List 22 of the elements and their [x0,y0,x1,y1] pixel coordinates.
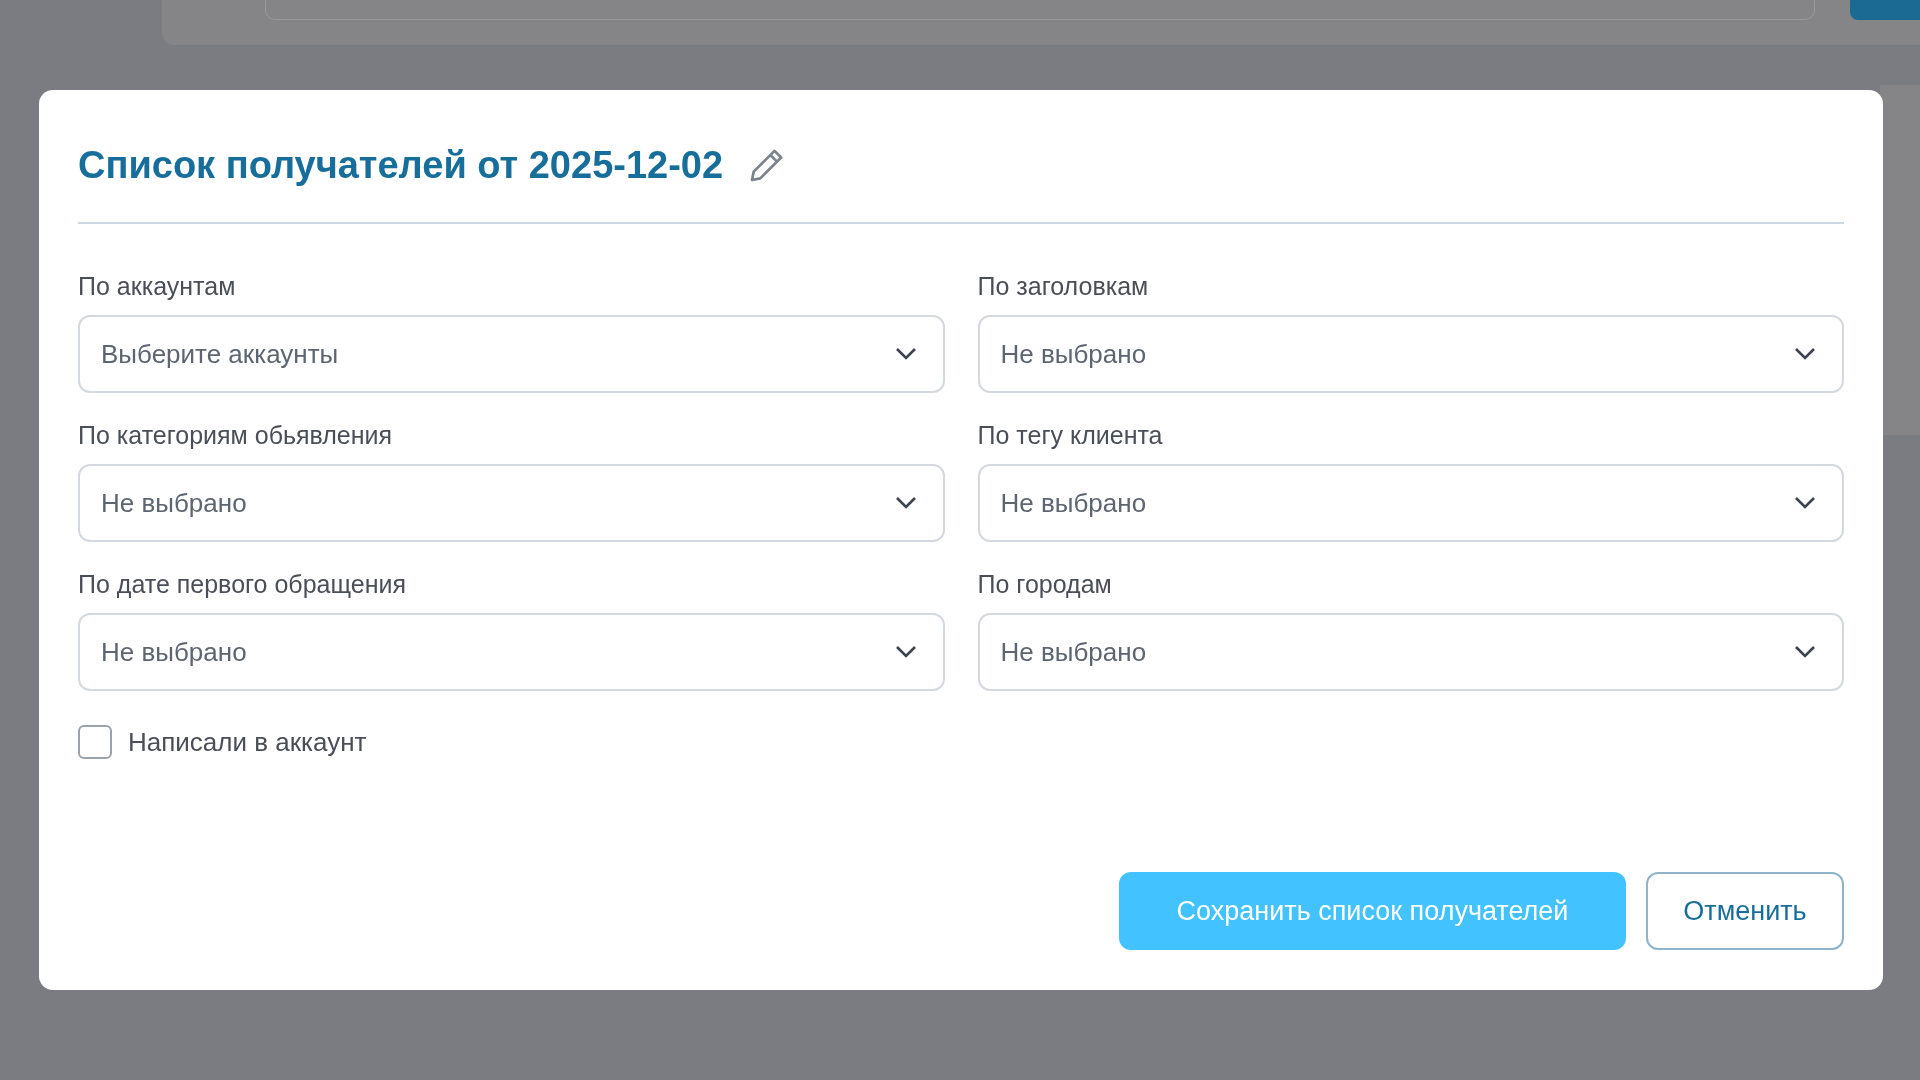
dialog-title: Список получателей от 2025-12-02 [78,143,724,187]
chevron-down-icon [894,645,917,659]
checkbox[interactable] [78,725,112,759]
chevron-down-icon [1794,347,1816,361]
dropdown-field[interactable]: Не выбрано [977,464,1844,542]
dropdown-field[interactable]: Выберите аккаунты [78,315,945,393]
cancel-button[interactable]: Отменить [1646,872,1844,950]
dropdown-field[interactable]: Не выбрано [78,464,945,542]
chevron-down-icon [894,496,917,510]
chevron-down-icon [894,347,917,361]
field-label: По тегу клиента [977,421,1164,450]
field-label: По аккаунтам [78,272,237,301]
chevron-down-icon [1794,645,1816,659]
field-label: По дате первого обращения [78,570,407,599]
chevron-down-icon [1794,496,1816,510]
field-label: По категориям обьявления [78,421,394,450]
dropdown-field[interactable]: Не выбрано [977,613,1844,691]
field-label: По городам [977,570,1113,599]
field-label: По заголовкам [977,272,1150,301]
checkbox-label: Написали в аккаунт [128,726,367,758]
dropdown-field[interactable]: Не выбрано [977,315,1844,393]
dropdown-field[interactable]: Не выбрано [78,613,945,691]
